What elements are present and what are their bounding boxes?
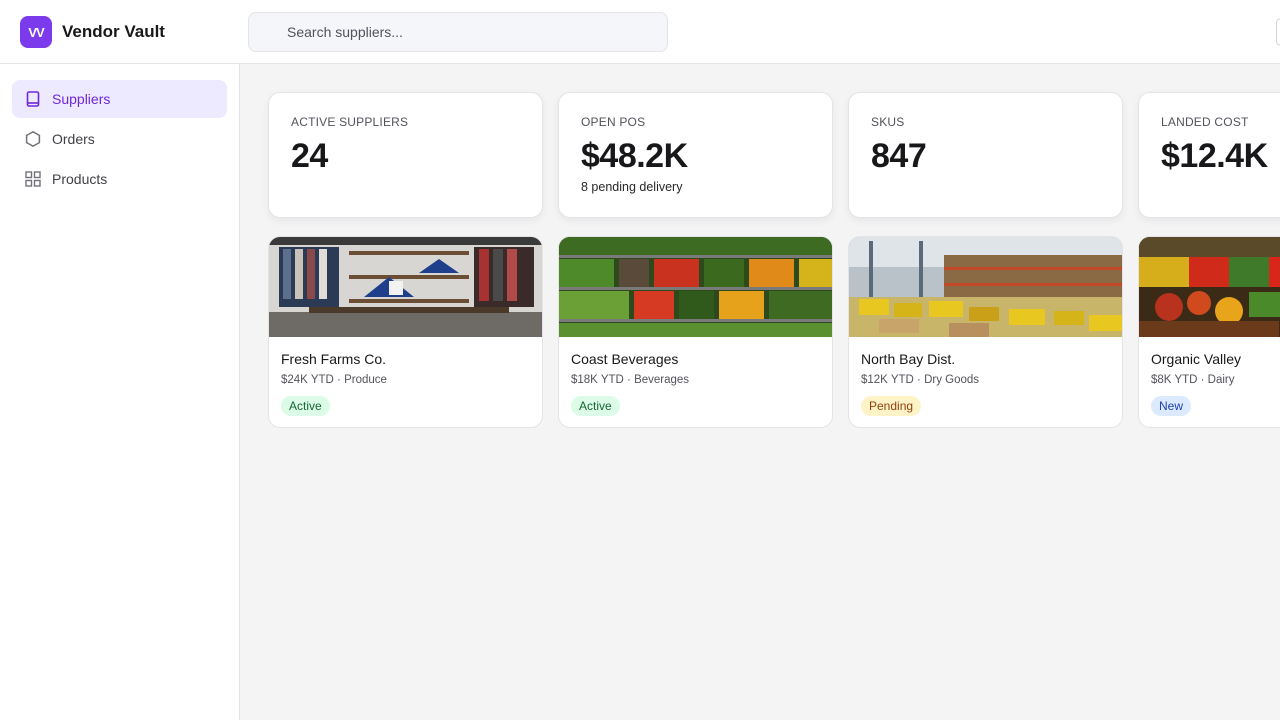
sidebar-item-label: Suppliers	[52, 91, 111, 107]
stat-value: 847	[871, 137, 927, 175]
sidebar: Suppliers Orders Products	[0, 64, 240, 720]
supplier-name: Fresh Farms Co.	[281, 351, 387, 367]
supplier-name: Organic Valley	[1151, 351, 1242, 367]
sidebar-item-orders[interactable]: Orders	[12, 120, 227, 158]
brand[interactable]: VV Vendor Vault	[20, 16, 165, 48]
status-badge: New	[1151, 396, 1192, 416]
stats-row: Active Suppliers 24 Open POs $48.2K 8 pe…	[268, 92, 1280, 218]
main-content: Active Suppliers 24 Open POs $48.2K 8 pe…	[240, 64, 1280, 720]
supplier-name: Coast Beverages	[571, 351, 679, 367]
sidebar-item-label: Orders	[52, 131, 95, 147]
supplier-meta: $24K YTD · Produce	[281, 374, 387, 386]
stat-label: Active Suppliers	[291, 115, 409, 129]
sidebar-item-products[interactable]: Products	[12, 160, 227, 198]
market-produce-image	[1139, 237, 1280, 337]
status-badge: Pending	[861, 396, 922, 416]
stat-value: $12.4K	[1161, 137, 1268, 175]
supplier-card[interactable]: Fresh Farms Co. $24K YTD · Produce Activ…	[268, 236, 543, 428]
logo: VV	[20, 16, 52, 48]
book-icon	[24, 90, 42, 108]
search-input[interactable]	[249, 13, 667, 51]
top-bar: VV Vendor Vault	[0, 0, 1280, 64]
warehouse-image	[849, 237, 1122, 337]
produce-shelves-image	[559, 237, 832, 337]
hexagon-icon	[24, 130, 42, 148]
supplier-card[interactable]: North Bay Dist. $12K YTD · Dry Goods Pen…	[848, 236, 1123, 428]
stat-card-open-pos: Open POs $48.2K 8 pending delivery	[558, 92, 833, 218]
supplier-meta: $18K YTD · Beverages	[571, 374, 690, 386]
stat-card-landed-cost: Landed Cost $12.4K	[1138, 92, 1280, 218]
stat-value: 24	[291, 137, 328, 175]
stat-value: $48.2K	[581, 137, 688, 175]
supplier-cards: Fresh Farms Co. $24K YTD · Produce Activ…	[268, 236, 1280, 428]
stat-card-active-suppliers: Active Suppliers 24	[268, 92, 543, 218]
stat-label: Open POs	[581, 115, 646, 129]
search-box[interactable]	[248, 12, 668, 52]
status-badge: Active	[571, 396, 620, 416]
status-badge: Active	[281, 396, 330, 416]
header-action-button[interactable]	[1276, 18, 1280, 46]
sidebar-item-suppliers[interactable]: Suppliers	[12, 80, 227, 118]
stat-subtext: 8 pending delivery	[581, 180, 683, 194]
sidebar-item-label: Products	[52, 171, 108, 187]
supplier-meta: $8K YTD · Dairy	[1151, 374, 1235, 386]
stat-label: SKUs	[871, 115, 905, 129]
supplier-name: North Bay Dist.	[861, 351, 956, 367]
store-shelves-image	[269, 237, 542, 337]
grid-icon	[24, 170, 42, 188]
stat-card-skus: SKUs 847	[848, 92, 1123, 218]
stat-label: Landed Cost	[1161, 115, 1249, 129]
supplier-meta: $12K YTD · Dry Goods	[861, 374, 980, 386]
supplier-card[interactable]: Organic Valley $8K YTD · Dairy New	[1138, 236, 1280, 428]
supplier-card[interactable]: Coast Beverages $18K YTD · Beverages Act…	[558, 236, 833, 428]
app-name: Vendor Vault	[62, 22, 165, 41]
